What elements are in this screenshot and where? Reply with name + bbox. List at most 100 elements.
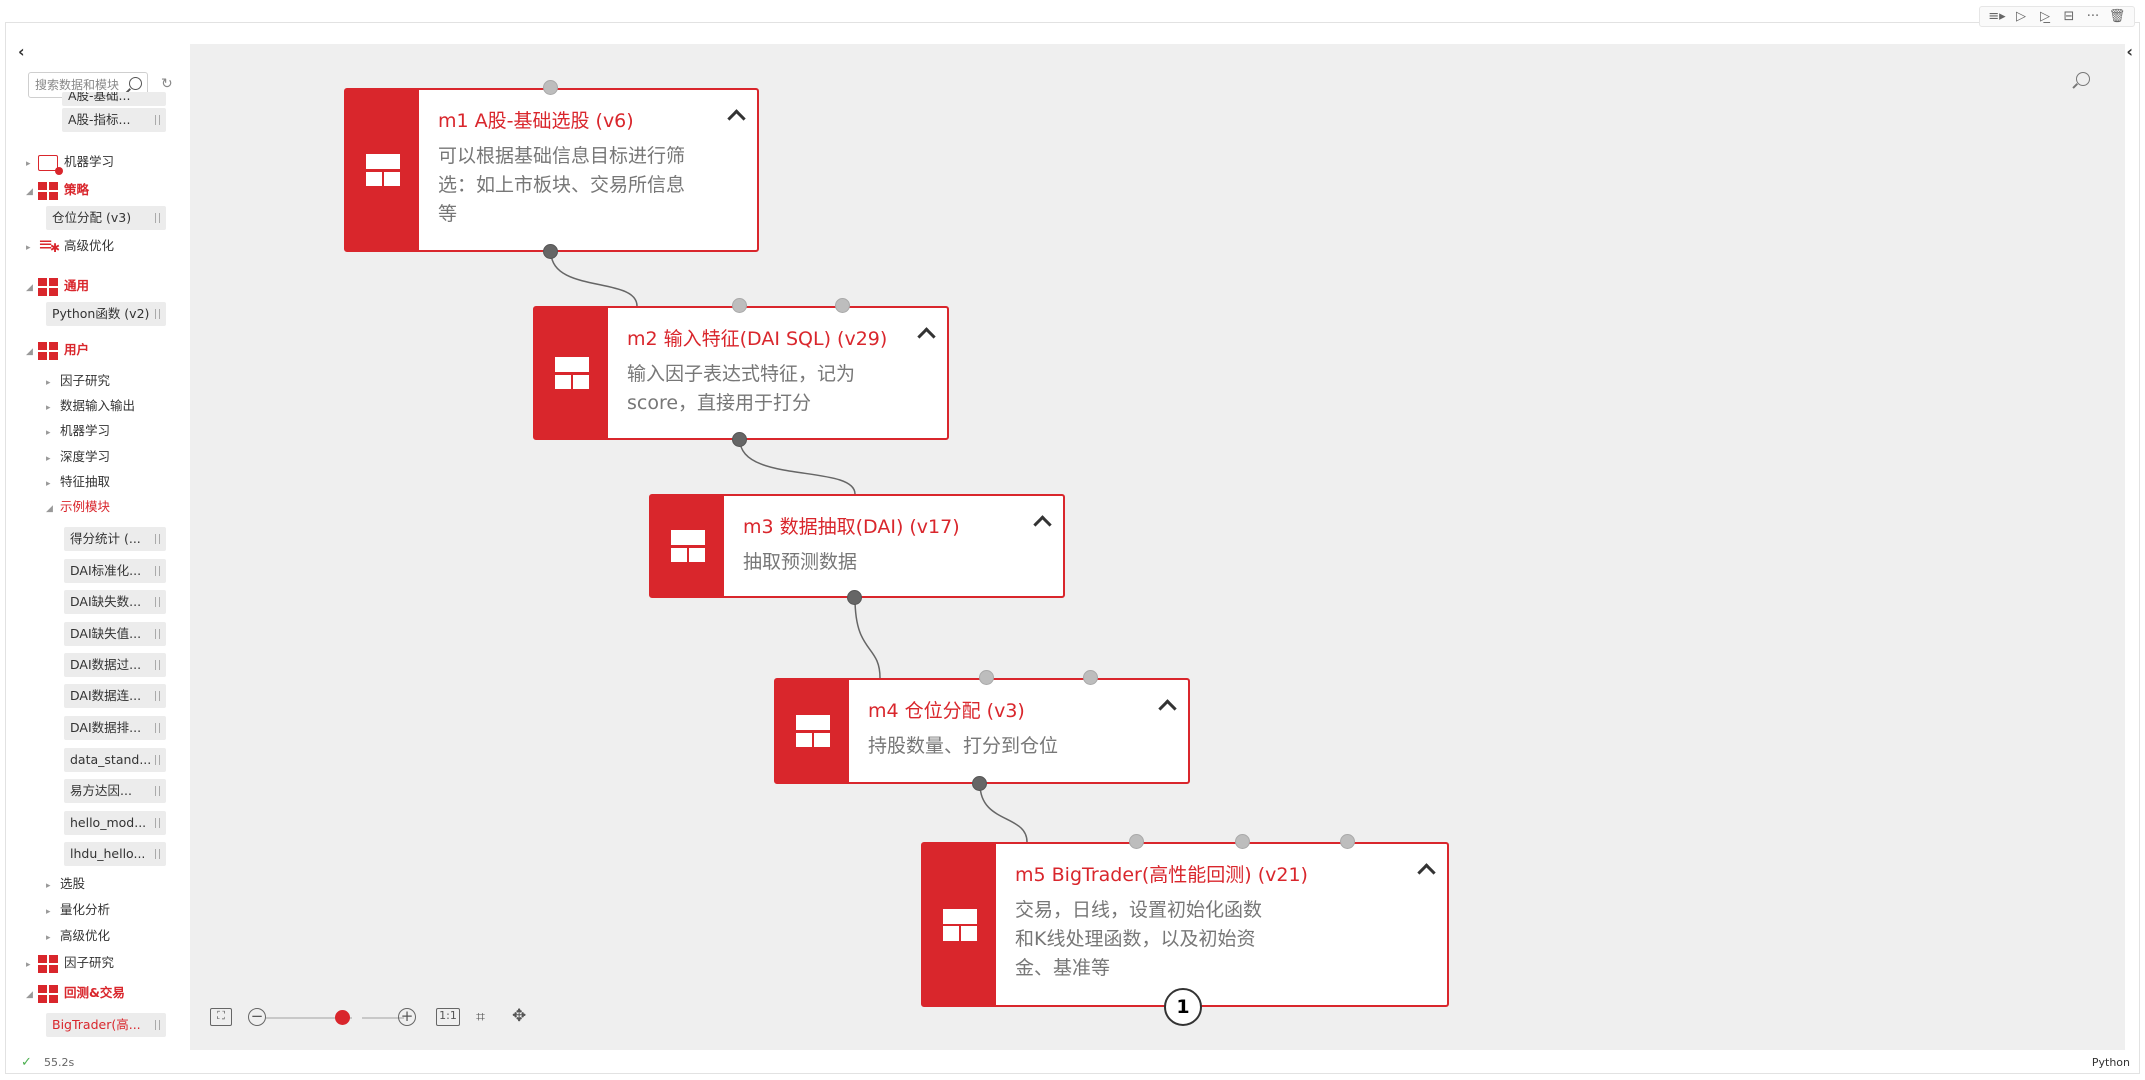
zoom-out-icon[interactable]: −	[248, 1008, 266, 1026]
drag-handle-icon[interactable]	[155, 115, 160, 125]
node-description: 输入因子表达式特征，记为 score，直接用于打分	[627, 360, 855, 418]
node-m5[interactable]: m5 BigTrader(高性能回测) (v21) 交易，日线，设置初始化函数 …	[921, 842, 1449, 1007]
input-port[interactable]	[732, 298, 747, 313]
tree-sub-examples[interactable]: ◢ 示例模块	[46, 496, 110, 518]
tree-category-general[interactable]: ◢ 通用	[26, 274, 89, 298]
tree-sub-ml[interactable]: ▸ 机器学习	[46, 420, 110, 442]
node-m1[interactable]: m1 A股-基础选股 (v6) 可以根据基础信息目标进行筛 选：如上市板块、交易…	[344, 88, 759, 252]
drag-handle-icon[interactable]	[155, 629, 160, 639]
collapse-chevron-icon[interactable]	[917, 327, 936, 346]
tree-sub-factor-research[interactable]: ▸ 因子研究	[46, 370, 110, 392]
collapse-sidebar-icon[interactable]: ‹	[18, 42, 25, 61]
tree-leaf-a-index[interactable]: A股-指标...	[62, 108, 166, 132]
tree-leaf-dai-concat[interactable]: DAI数据连...	[64, 684, 166, 708]
tree-sub-feature-extract[interactable]: ▸ 特征抽取	[46, 471, 110, 493]
tree-sub-deep-learning[interactable]: ▸ 深度学习	[46, 446, 110, 468]
collapse-right-panel-icon[interactable]: ‹	[2126, 42, 2133, 61]
more-icon[interactable]: ···	[2084, 9, 2102, 24]
node-description: 持股数量、打分到仓位	[868, 732, 1058, 761]
output-count-badge[interactable]: 1	[1164, 988, 1202, 1026]
tree-leaf-dai-missing1[interactable]: DAI缺失数...	[64, 590, 166, 614]
drag-handle-icon[interactable]	[155, 660, 160, 670]
tree-leaf-bigtrader[interactable]: BigTrader(高...	[46, 1013, 166, 1037]
tree-sub-data-io[interactable]: ▸ 数据输入输出	[46, 395, 135, 417]
tree-leaf-score-stats[interactable]: 得分统计 (...	[64, 527, 166, 551]
node-m2[interactable]: m2 输入特征(DAI SQL) (v29) 输入因子表达式特征，记为 scor…	[533, 306, 949, 440]
node-icon-block	[923, 844, 996, 1005]
category-label: 高级优化	[64, 238, 115, 253]
tree-category-backtest[interactable]: ◢ 回测&交易	[26, 981, 125, 1005]
drag-handle-icon[interactable]	[155, 566, 160, 576]
tree-leaf-dai-missing2[interactable]: DAI缺失值...	[64, 622, 166, 646]
input-port[interactable]	[1083, 670, 1098, 685]
select-area-icon[interactable]: ⌗	[476, 1007, 485, 1027]
drag-handle-icon[interactable]	[155, 723, 160, 733]
node-icon-block	[651, 496, 724, 596]
drag-handle-icon[interactable]	[155, 534, 160, 544]
output-port[interactable]	[847, 590, 862, 605]
input-port[interactable]	[979, 670, 994, 685]
tree-leaf-truncated[interactable]: A股-基础...	[62, 92, 166, 106]
input-port[interactable]	[1340, 834, 1355, 849]
tree-leaf-efund[interactable]: 易方达因...	[64, 779, 166, 803]
tree-leaf-hello-mod[interactable]: hello_mod...	[64, 811, 166, 835]
run-below-icon[interactable]: ▷̲	[2036, 9, 2054, 24]
tree-category-advanced-opt[interactable]: ▸ 高级优化	[26, 233, 115, 260]
search-icon[interactable]	[129, 77, 142, 90]
input-port[interactable]	[835, 298, 850, 313]
module-icon	[38, 954, 58, 973]
drag-handle-icon[interactable]	[155, 1020, 160, 1030]
tree-category-user[interactable]: ◢ 用户	[26, 338, 89, 362]
drag-handle-icon[interactable]	[155, 691, 160, 701]
zoom-slider-handle[interactable]	[334, 1010, 350, 1025]
tree-sub-advanced-opt[interactable]: ▸ 高级优化	[46, 925, 110, 947]
tree-category-factor-research[interactable]: ▸ 因子研究	[26, 951, 114, 975]
delete-icon[interactable]: 🗑	[2108, 9, 2126, 24]
node-m4[interactable]: m4 仓位分配 (v3) 持股数量、打分到仓位	[774, 678, 1190, 784]
drag-handle-icon[interactable]	[155, 309, 160, 319]
actual-size-button[interactable]: 1:1	[436, 1008, 460, 1026]
output-port[interactable]	[972, 776, 987, 791]
drag-handle-icon[interactable]	[155, 849, 160, 859]
tree-category-strategy[interactable]: ◢ 策略	[26, 178, 89, 202]
tree-leaf-dai-sort[interactable]: DAI数据排...	[64, 716, 166, 740]
output-port[interactable]	[543, 244, 558, 259]
refresh-icon[interactable]: ↻	[161, 76, 173, 92]
workflow-canvas[interactable]: m1 A股-基础选股 (v6) 可以根据基础信息目标进行筛 选：如上市板块、交易…	[190, 44, 2125, 1050]
tree-leaf-position-alloc[interactable]: 仓位分配 (v3)	[46, 206, 166, 230]
collapse-chevron-icon[interactable]	[1033, 515, 1052, 534]
run-icon[interactable]: ▷	[2012, 9, 2030, 24]
tree-leaf-lhdu-hello[interactable]: lhdu_hello...	[64, 842, 166, 866]
run-all-icon[interactable]: ≡▸	[1988, 9, 2006, 24]
pan-move-icon[interactable]: ✥	[512, 1006, 526, 1026]
drag-handle-icon[interactable]	[155, 597, 160, 607]
tree-leaf-data-stand[interactable]: data_stand...	[64, 748, 166, 772]
sub-label: 深度学习	[60, 449, 111, 464]
tree-leaf-dai-std[interactable]: DAI标准化...	[64, 559, 166, 583]
collapse-chevron-icon[interactable]	[1158, 699, 1177, 718]
input-port[interactable]	[1129, 834, 1144, 849]
drag-handle-icon[interactable]	[155, 786, 160, 796]
tree-leaf-dai-filter[interactable]: DAI数据过...	[64, 653, 166, 677]
leaf-label: DAI标准化...	[70, 563, 142, 578]
tree-leaf-python-func[interactable]: Python函数 (v2)	[46, 302, 166, 326]
tree-sub-quant-analysis[interactable]: ▸ 量化分析	[46, 899, 110, 921]
drag-handle-icon[interactable]	[155, 213, 160, 223]
collapse-chevron-icon[interactable]	[1417, 863, 1436, 882]
split-icon[interactable]: ⊟	[2060, 9, 2078, 24]
sub-label: 选股	[60, 876, 86, 891]
drag-handle-icon[interactable]	[155, 755, 160, 765]
input-port[interactable]	[1235, 834, 1250, 849]
collapse-chevron-icon[interactable]	[727, 109, 746, 128]
tree-category-ml[interactable]: ▸ 机器学习	[26, 150, 114, 175]
drag-handle-icon[interactable]	[155, 818, 160, 828]
input-port[interactable]	[543, 80, 558, 95]
tree-sub-stock-select[interactable]: ▸ 选股	[46, 873, 85, 895]
cell-toolbar: ≡▸ ▷ ▷̲ ⊟ ··· 🗑	[1979, 6, 2135, 27]
kernel-language[interactable]: Python	[2092, 1052, 2130, 1074]
output-port[interactable]	[732, 432, 747, 447]
success-check-icon: ✓	[21, 1055, 32, 1070]
fit-view-icon[interactable]: ⛶	[210, 1008, 232, 1026]
zoom-in-icon[interactable]: +	[398, 1008, 416, 1026]
node-m3[interactable]: m3 数据抽取(DAI) (v17) 抽取预测数据	[649, 494, 1065, 598]
